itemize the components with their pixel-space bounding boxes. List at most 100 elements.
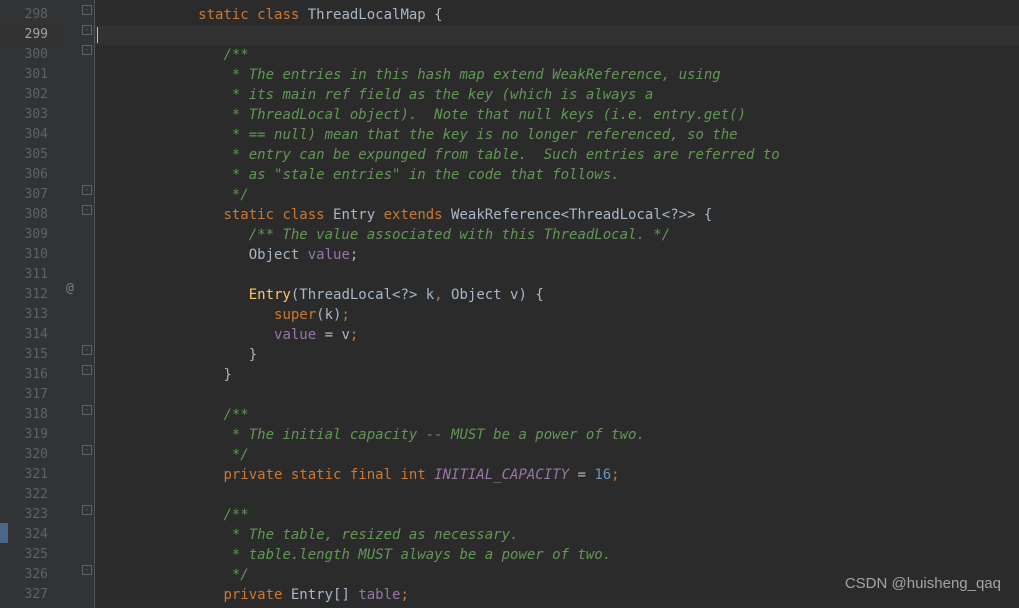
code-line[interactable]: * == null) mean that the key is no longe… (95, 125, 1019, 145)
line-number[interactable]: 313 (0, 305, 60, 325)
code-line[interactable]: */ (95, 445, 1019, 465)
line-number[interactable]: 324 (0, 525, 60, 545)
line-number[interactable]: 327 (0, 585, 60, 605)
line-number[interactable]: 320 (0, 445, 60, 465)
fold-row[interactable] (60, 260, 94, 280)
fold-toggle-icon[interactable]: - (82, 205, 92, 215)
fold-row[interactable] (60, 120, 94, 140)
fold-row[interactable]: - (60, 0, 94, 20)
code-line[interactable]: * as "stale entries" in the code that fo… (95, 165, 1019, 185)
code-line[interactable]: * its main ref field as the key (which i… (95, 85, 1019, 105)
line-number[interactable]: 311 (0, 265, 60, 285)
fold-row[interactable] (60, 220, 94, 240)
fold-row[interactable] (60, 60, 94, 80)
code-line[interactable]: } (95, 365, 1019, 385)
code-line[interactable]: */ (95, 565, 1019, 585)
line-number[interactable]: 322 (0, 485, 60, 505)
fold-row[interactable] (60, 80, 94, 100)
fold-toggle-icon[interactable]: - (82, 505, 92, 515)
code-line[interactable]: static class Entry extends WeakReference… (95, 205, 1019, 225)
line-number[interactable]: 315 (0, 345, 60, 365)
code-line[interactable]: * table.length MUST always be a power of… (95, 545, 1019, 565)
fold-row[interactable] (60, 140, 94, 160)
override-marker-icon[interactable]: @ (66, 281, 74, 296)
fold-row[interactable]: - (60, 500, 94, 520)
fold-row[interactable]: - (60, 400, 94, 420)
code-line[interactable] (95, 485, 1019, 505)
line-number[interactable]: 314 (0, 325, 60, 345)
code-line[interactable] (95, 25, 1019, 45)
line-number[interactable]: 323 (0, 505, 60, 525)
fold-row[interactable]: - (60, 20, 94, 40)
code-line[interactable]: * entry can be expunged from table. Such… (95, 145, 1019, 165)
line-number[interactable]: 301 (0, 65, 60, 85)
fold-row[interactable]: - (60, 360, 94, 380)
code-editor[interactable]: 2982993003013023033043053063073083093103… (0, 0, 1019, 608)
code-line[interactable]: Entry(ThreadLocal<?> k, Object v) { (95, 285, 1019, 305)
code-line[interactable]: /** (95, 45, 1019, 65)
line-number[interactable]: 303 (0, 105, 60, 125)
line-number[interactable]: 305 (0, 145, 60, 165)
fold-row[interactable] (60, 100, 94, 120)
fold-row[interactable] (60, 460, 94, 480)
line-number[interactable]: 299 (0, 25, 60, 45)
code-line[interactable]: private static final int INITIAL_CAPACIT… (95, 465, 1019, 485)
code-line[interactable]: } (95, 345, 1019, 365)
code-line[interactable]: /** (95, 505, 1019, 525)
fold-row[interactable] (60, 160, 94, 180)
fold-toggle-icon[interactable]: - (82, 185, 92, 195)
line-number[interactable]: 326 (0, 565, 60, 585)
code-line[interactable]: super(k); (95, 305, 1019, 325)
fold-row[interactable] (60, 420, 94, 440)
fold-row[interactable] (60, 300, 94, 320)
fold-gutter[interactable]: - - - - - @ - - - - - - (60, 0, 95, 608)
fold-toggle-icon[interactable]: - (82, 445, 92, 455)
fold-toggle-icon[interactable]: - (82, 565, 92, 575)
line-number[interactable]: 310 (0, 245, 60, 265)
code-line[interactable] (95, 265, 1019, 285)
line-number[interactable]: 318 (0, 405, 60, 425)
line-number[interactable]: 316 (0, 365, 60, 385)
line-number[interactable]: 300 (0, 45, 60, 65)
line-number[interactable]: 308 (0, 205, 60, 225)
fold-row[interactable] (60, 320, 94, 340)
line-number[interactable]: 312 (0, 285, 60, 305)
code-line[interactable]: Object value; (95, 245, 1019, 265)
code-line[interactable]: * The entries in this hash map extend We… (95, 65, 1019, 85)
line-number[interactable]: 306 (0, 165, 60, 185)
code-line[interactable]: static class ThreadLocalMap { (95, 5, 1019, 25)
fold-row[interactable]: - (60, 200, 94, 220)
fold-row[interactable] (60, 240, 94, 260)
fold-toggle-icon[interactable]: - (82, 345, 92, 355)
line-number[interactable]: 298 (0, 5, 60, 25)
fold-row[interactable] (60, 540, 94, 560)
code-line[interactable]: * The table, resized as necessary. (95, 525, 1019, 545)
line-number[interactable]: 321 (0, 465, 60, 485)
line-number[interactable]: 309 (0, 225, 60, 245)
line-number[interactable]: 317 (0, 385, 60, 405)
fold-row[interactable]: - (60, 180, 94, 200)
code-area[interactable]: static class ThreadLocalMap { /** * The … (95, 0, 1019, 608)
line-number[interactable]: 325 (0, 545, 60, 565)
line-number[interactable]: 302 (0, 85, 60, 105)
fold-toggle-icon[interactable]: - (82, 405, 92, 415)
fold-row[interactable]: - (60, 340, 94, 360)
fold-toggle-icon[interactable]: - (82, 45, 92, 55)
code-line[interactable]: private Entry[] table; (95, 585, 1019, 605)
fold-toggle-icon[interactable]: - (82, 365, 92, 375)
fold-row[interactable] (60, 480, 94, 500)
line-gutter[interactable]: 2982993003013023033043053063073083093103… (0, 0, 60, 608)
fold-row[interactable]: - (60, 40, 94, 60)
code-line[interactable]: */ (95, 185, 1019, 205)
fold-row[interactable]: - (60, 440, 94, 460)
line-number[interactable]: 304 (0, 125, 60, 145)
line-number[interactable]: 307 (0, 185, 60, 205)
code-line[interactable]: /** The value associated with this Threa… (95, 225, 1019, 245)
code-line[interactable]: value = v; (95, 325, 1019, 345)
code-line[interactable]: * ThreadLocal object). Note that null ke… (95, 105, 1019, 125)
fold-row[interactable]: @ (60, 280, 94, 300)
fold-row[interactable] (60, 580, 94, 600)
fold-toggle-icon[interactable]: - (82, 25, 92, 35)
line-number[interactable]: 319 (0, 425, 60, 445)
fold-row[interactable]: - (60, 560, 94, 580)
